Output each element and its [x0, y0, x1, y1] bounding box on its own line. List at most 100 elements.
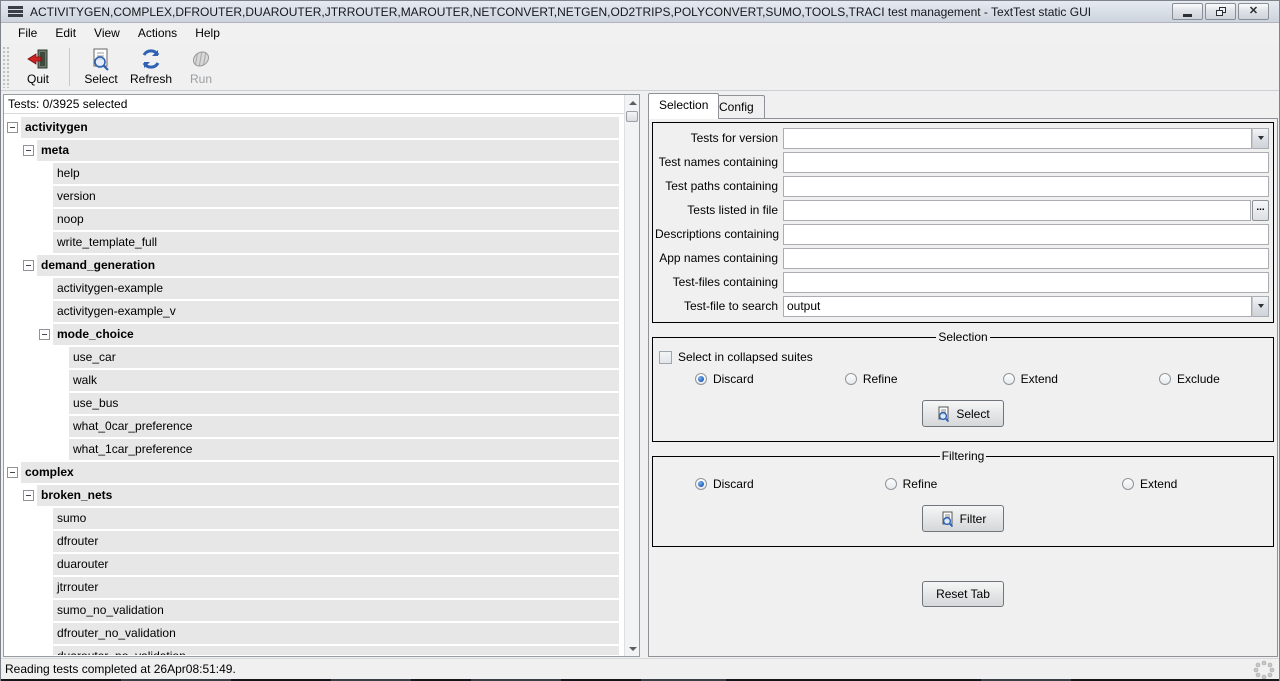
tree-row[interactable]: meta — [37, 140, 619, 161]
radio-extend[interactable]: Extend — [1003, 372, 1058, 386]
menu-help[interactable]: Help — [186, 24, 229, 42]
collapsed-suites-option[interactable]: Select in collapsed suites — [657, 348, 1269, 366]
scrollbar-thumb[interactable] — [626, 111, 638, 122]
menu-actions[interactable]: Actions — [129, 24, 186, 42]
tab-strip: Selection Config — [648, 93, 1278, 118]
tree-row-label: sumo_no_validation — [57, 603, 164, 617]
tab-selection[interactable]: Selection — [648, 93, 719, 119]
title-bar: ACTIVITYGEN,COMPLEX,DFROUTER,DUAROUTER,J… — [1, 1, 1279, 23]
radio-label: Discard — [713, 477, 754, 491]
tree-row-label: duarouter — [57, 557, 108, 571]
combo-test-file-to-search-input[interactable]: output — [783, 296, 1252, 317]
resize-grip-icon[interactable] — [1252, 659, 1276, 680]
tree-row[interactable]: help — [53, 163, 619, 184]
tree-row[interactable]: what_0car_preference — [69, 416, 619, 437]
collapse-expander-icon[interactable] — [23, 260, 34, 271]
scroll-down-icon[interactable] — [625, 641, 640, 656]
toolbar-refresh-button[interactable]: Refresh — [124, 45, 178, 89]
radio-label: Extend — [1140, 477, 1177, 491]
dropdown-button-test-file-to-search[interactable] — [1252, 296, 1269, 317]
radio-refine[interactable]: Refine — [845, 372, 898, 386]
radio-refine[interactable]: Refine — [885, 477, 938, 491]
field-label-descriptions-containing: Descriptions containing — [655, 227, 783, 241]
descriptions-containing-input[interactable] — [783, 224, 1269, 245]
tree-row[interactable]: write_template_full — [53, 232, 619, 253]
test-files-containing-input[interactable] — [783, 272, 1269, 293]
tree-row-label: dfrouter_no_validation — [57, 626, 176, 640]
combo-tests-for-version-input[interactable] — [783, 128, 1252, 149]
tree-row[interactable]: noop — [53, 209, 619, 230]
tree-row[interactable]: activitygen-example — [53, 278, 619, 299]
tree-row[interactable]: dfrouter_no_validation — [53, 623, 619, 644]
radio-extend[interactable]: Extend — [1122, 477, 1177, 491]
tree-scrollbar[interactable] — [624, 95, 639, 656]
app-names-containing-input[interactable] — [783, 248, 1269, 269]
tree-row[interactable]: duarouter — [53, 554, 619, 575]
field-row-tests-for-version: Tests for version — [655, 126, 1269, 150]
tree-row[interactable]: activitygen — [21, 117, 619, 138]
browse-file-button[interactable]: ... — [1252, 200, 1269, 221]
close-button[interactable]: ✕ — [1238, 3, 1269, 20]
radio-discard[interactable]: Discard — [695, 477, 754, 491]
collapse-expander-icon[interactable] — [23, 490, 34, 501]
restore-button[interactable] — [1205, 3, 1236, 20]
tree-row[interactable]: dfrouter — [53, 531, 619, 552]
tree-row[interactable]: use_car — [69, 347, 619, 368]
tree-row[interactable]: broken_nets — [37, 485, 619, 506]
tree-row[interactable]: sumo_no_validation — [53, 600, 619, 621]
filtering-radio-row: Discard Refine Extend — [657, 477, 1269, 491]
tree-row[interactable]: jtrrouter — [53, 577, 619, 598]
tree-row-label: mode_choice — [57, 327, 134, 341]
toolbar-quit-button[interactable]: Quit — [15, 45, 61, 89]
tree-row[interactable]: what_1car_preference — [69, 439, 619, 460]
radio-dot-icon — [1122, 478, 1134, 490]
filter-button[interactable]: Filter — [922, 505, 1004, 532]
tree-row[interactable]: sumo — [53, 508, 619, 529]
tree-row[interactable]: complex — [21, 462, 619, 483]
minimize-button[interactable] — [1172, 3, 1203, 20]
minimize-icon — [1183, 14, 1192, 17]
select-doc-icon — [89, 47, 113, 71]
radio-exclude[interactable]: Exclude — [1159, 372, 1220, 386]
radio-dot-icon — [695, 373, 707, 385]
field-control-tests-for-version — [783, 128, 1269, 149]
radio-label: Extend — [1021, 372, 1058, 386]
toolbar-run-button: Run — [178, 45, 224, 89]
menu-view[interactable]: View — [85, 24, 129, 42]
tree-row[interactable]: duarouter_no_validation — [53, 646, 619, 655]
toolbar-gripper[interactable] — [2, 46, 9, 88]
menu-edit[interactable]: Edit — [46, 24, 85, 42]
field-label-test-names-containing: Test names containing — [655, 155, 783, 169]
reset-tab-button[interactable]: Reset Tab — [922, 581, 1004, 607]
radio-discard[interactable]: Discard — [695, 372, 754, 386]
collapse-expander-icon[interactable] — [23, 145, 34, 156]
dropdown-button-tests-for-version[interactable] — [1252, 128, 1269, 149]
tree-column-header[interactable]: Tests: 0/3925 selected — [4, 95, 639, 114]
test-paths-containing-input[interactable] — [783, 176, 1269, 197]
scroll-up-icon[interactable] — [625, 95, 640, 110]
collapsed-suites-checkbox[interactable] — [659, 351, 672, 364]
collapse-expander-icon[interactable] — [7, 122, 18, 133]
tree-row[interactable]: use_bus — [69, 393, 619, 414]
radio-label: Refine — [863, 372, 898, 386]
tests-listed-in-file-input[interactable] — [783, 200, 1251, 221]
tree-row[interactable]: activitygen-example_v — [53, 301, 619, 322]
field-row-test-files-containing: Test-files containing — [655, 270, 1269, 294]
collapse-expander-icon[interactable] — [7, 467, 18, 478]
field-row-test-paths-containing: Test paths containing — [655, 174, 1269, 198]
search-fields-frame: Tests for version Test names containing Te… — [652, 122, 1274, 323]
toolbar-select-label: Select — [84, 72, 117, 86]
tree-row-label: broken_nets — [41, 488, 112, 502]
test-names-containing-input[interactable] — [783, 152, 1269, 173]
toolbar-select-button[interactable]: Select — [78, 45, 124, 89]
tree-row[interactable]: version — [53, 186, 619, 207]
collapse-expander-icon[interactable] — [39, 329, 50, 340]
menu-file[interactable]: File — [9, 24, 46, 42]
field-control-test-file-to-search: output — [783, 296, 1269, 317]
tree-row[interactable]: walk — [69, 370, 619, 391]
select-button[interactable]: Select — [922, 400, 1004, 427]
tree-row[interactable]: demand_generation — [37, 255, 619, 276]
app-menu-icon[interactable] — [8, 6, 23, 17]
radio-dot-icon — [885, 478, 897, 490]
tree-row[interactable]: mode_choice — [53, 324, 619, 345]
